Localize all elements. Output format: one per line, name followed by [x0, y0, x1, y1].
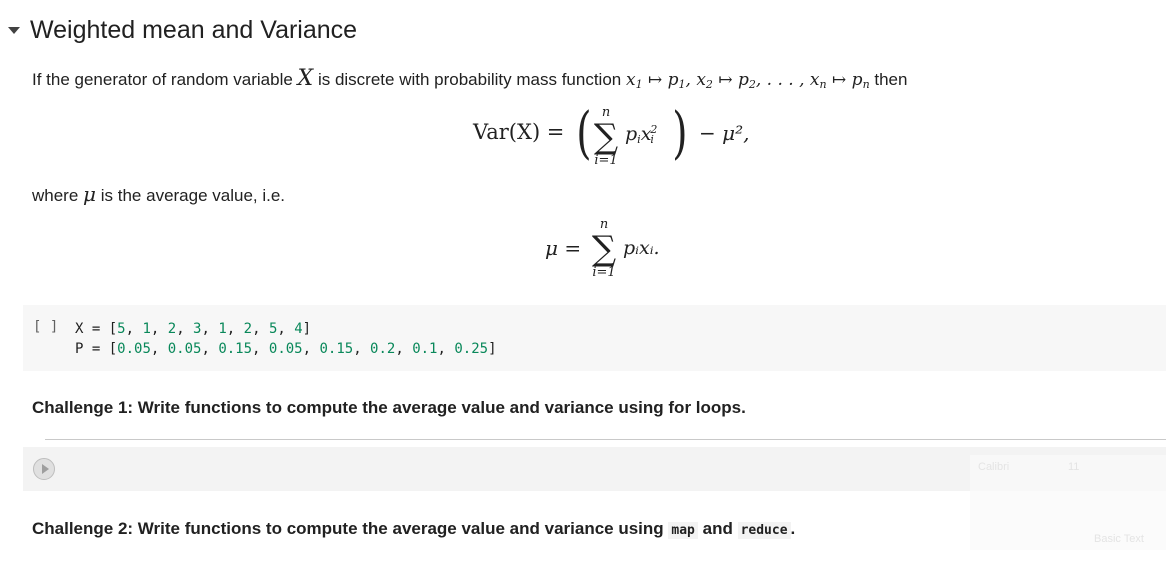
code-number: 0.15	[218, 341, 253, 357]
cell-divider	[45, 439, 1166, 440]
code-number: 0.15	[319, 341, 354, 357]
faded-text-toolbar: Calibri 11 Basic Text	[970, 455, 1166, 550]
code-number: 2	[243, 321, 253, 337]
code-number: 2	[167, 321, 177, 337]
section-header[interactable]: Weighted mean and Variance	[6, 12, 357, 48]
paragraph-pmf: If the generator of random variable X is…	[32, 66, 908, 91]
sum-symbol: n ∑ i=1	[593, 105, 619, 168]
variance-equation: Var(X) = ( n ∑ i=1 pix2i ) − μ²,	[473, 101, 750, 168]
code-cell[interactable]: [ ] X = [5, 1, 2, 3, 1, 2, 5, 4] P = [0.…	[23, 305, 1166, 371]
sum-symbol: n ∑ i=1	[591, 217, 617, 280]
run-cell-icon[interactable]	[33, 458, 55, 480]
code-number: 3	[193, 321, 202, 337]
code-number: 1	[218, 321, 227, 337]
inline-code-map: map	[668, 522, 698, 539]
code-number: 1	[142, 321, 151, 337]
code-number: 0.05	[117, 341, 151, 357]
code-number: 0.25	[454, 341, 489, 357]
paragraph-mean: where μ is the average value, i.e.	[32, 182, 286, 206]
code-line-p: P = [0.05, 0.05, 0.15, 0.05, 0.15, 0.2, …	[75, 341, 497, 357]
code-number: 0.05	[167, 341, 202, 357]
mean-equation: μ = n ∑ i=1 pᵢxᵢ.	[545, 217, 660, 280]
cell-run-indicator[interactable]: [ ]	[33, 319, 58, 335]
section-title: Weighted mean and Variance	[30, 15, 358, 44]
inline-code-reduce: reduce	[737, 522, 791, 539]
challenge-1-text: Challenge 1: Write functions to compute …	[32, 398, 746, 417]
code-editor[interactable]: X = [5, 1, 2, 3, 1, 2, 5, 4] P = [0.05, …	[75, 319, 497, 359]
code-number: 5	[117, 321, 126, 337]
sum-term: pix2i	[625, 123, 658, 146]
code-line-x: X = [5, 1, 2, 3, 1, 2, 5, 4]	[75, 321, 312, 337]
code-number: 0.1	[412, 341, 438, 357]
code-number: 5	[268, 321, 278, 337]
code-number: 0.05	[268, 341, 303, 357]
collapse-caret-icon[interactable]	[8, 26, 20, 34]
code-number: 4	[294, 321, 303, 337]
var-x: X	[297, 66, 314, 91]
pmf-expression: x1 ↦ p1, x2 ↦ p2, . . . , xn ↦ pn	[625, 70, 870, 91]
challenge-2-text: Challenge 2: Write functions to compute …	[32, 519, 796, 539]
code-number: 0.2	[370, 341, 396, 357]
